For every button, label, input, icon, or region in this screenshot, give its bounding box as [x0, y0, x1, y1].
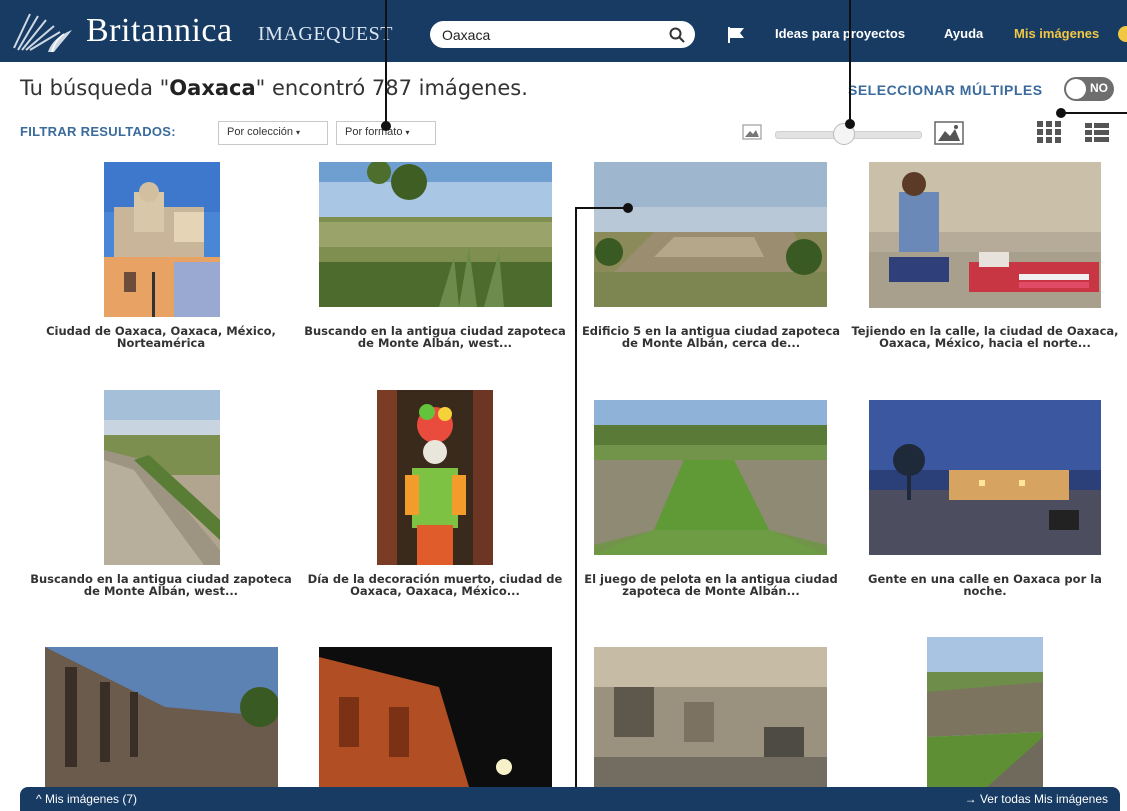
list-view-icon[interactable] [1085, 121, 1109, 143]
image-thumbnail[interactable] [869, 162, 1101, 308]
filter-format-label: Por formato [345, 126, 403, 138]
facade-photo [319, 647, 552, 787]
toggle-state-text: NO [1090, 81, 1108, 95]
callout-dot [1056, 108, 1066, 118]
grid-view-icon[interactable] [1037, 121, 1061, 143]
arrow-right-icon: → [964, 792, 980, 806]
callout-dot [623, 203, 633, 213]
image-thumbnail[interactable] [594, 647, 827, 787]
steps-photo [104, 390, 220, 565]
ballcourt-photo [594, 400, 827, 555]
search-icon[interactable] [669, 27, 685, 43]
image-caption[interactable]: Gente en una calle en Oaxaca por la noch… [850, 573, 1120, 597]
image-thumbnail[interactable] [869, 400, 1101, 555]
image-thumbnail[interactable] [927, 637, 1043, 787]
search-box[interactable] [430, 21, 695, 48]
results-query: Oaxaca [169, 76, 256, 100]
image-caption[interactable]: Tejiendo en la calle, la ciudad de Oaxac… [850, 325, 1120, 349]
search-input[interactable] [442, 25, 652, 44]
image-thumbnail[interactable] [45, 647, 278, 787]
street-photo [45, 647, 278, 787]
view-all-my-images-link[interactable]: → Ver todas Mis imágenes [965, 792, 1108, 806]
results-summary: Tu búsqueda "Oaxaca" encontró 787 imágen… [20, 76, 528, 100]
large-thumbnail-icon[interactable] [934, 121, 964, 145]
toggle-knob[interactable] [1066, 79, 1086, 99]
nav-my-images-link[interactable]: Mis imágenes [1014, 24, 1099, 44]
image-caption[interactable]: El juego de pelota en la antigua ciudad … [576, 573, 846, 597]
image-caption[interactable]: Edificio 5 en la antigua ciudad zapoteca… [576, 325, 846, 349]
results-prefix: Tu búsqueda " [20, 76, 170, 100]
imagequest-logo-text[interactable]: IMAGEQUEST [258, 22, 393, 46]
my-images-count-icon[interactable] [1118, 26, 1127, 42]
my-images-tray[interactable]: ^ Mis imágenes (7) → Ver todas Mis imáge… [20, 787, 1120, 811]
app-header: Britannica IMAGEQUEST Ideas para proyect… [0, 0, 1127, 62]
image-caption[interactable]: Buscando en la antigua ciudad zapoteca d… [26, 573, 296, 597]
image-thumbnail[interactable] [104, 390, 220, 565]
museum-photo [594, 647, 827, 787]
filter-results-label: FILTRAR RESULTADOS: [20, 124, 176, 139]
thistle-logo-icon[interactable] [8, 10, 78, 54]
flag-icon[interactable] [726, 26, 746, 44]
ruins-photo [594, 162, 827, 307]
callout-dot [845, 119, 855, 129]
landscape-photo [319, 162, 552, 307]
callout-line [385, 0, 387, 125]
chevron-down-icon: ▾ [405, 128, 410, 137]
filter-collection-label: Por colección [227, 126, 294, 138]
night-photo [869, 400, 1101, 555]
image-thumbnail[interactable] [319, 647, 552, 787]
weaver-photo [869, 162, 1101, 308]
britannica-logo-text[interactable]: Britannica [86, 11, 233, 51]
small-thumbnail-icon[interactable] [742, 124, 762, 140]
callout-line [1062, 112, 1127, 114]
chevron-up-icon: ^ [36, 792, 45, 806]
image-caption[interactable]: Día de la decoración muerto, ciudad de O… [300, 573, 570, 597]
pyramid-photo [927, 637, 1043, 787]
nav-projects-link[interactable]: Ideas para proyectos [775, 24, 905, 44]
callout-line [849, 0, 851, 124]
image-thumbnail[interactable] [377, 390, 493, 565]
results-suffix: " encontró 787 imágenes. [255, 76, 528, 100]
view-all-label: Ver todas Mis imágenes [979, 792, 1108, 806]
image-caption[interactable]: Ciudad de Oaxaca, Oaxaca, México, Nortea… [26, 325, 296, 349]
my-images-tray-toggle[interactable]: ^ Mis imágenes (7) [36, 792, 137, 806]
image-caption[interactable]: Buscando en la antigua ciudad zapoteca d… [300, 325, 570, 349]
callout-line [575, 207, 577, 811]
callout-dot [381, 121, 391, 131]
my-images-tray-label: Mis imágenes (7) [44, 792, 137, 806]
select-multiple-toggle[interactable]: NO [1064, 77, 1114, 101]
select-multiple-label: SELECCIONAR MÚLTIPLES [848, 82, 1043, 98]
filter-collection-dropdown[interactable]: Por colección ▾ [218, 121, 328, 145]
nav-help-link[interactable]: Ayuda [944, 24, 983, 44]
church-photo [104, 162, 220, 317]
callout-line [575, 207, 630, 209]
image-thumbnail[interactable] [104, 162, 220, 317]
image-thumbnail[interactable] [594, 400, 827, 555]
image-thumbnail[interactable] [594, 162, 827, 307]
skeleton-photo [377, 390, 493, 565]
chevron-down-icon: ▾ [296, 128, 301, 137]
image-thumbnail[interactable] [319, 162, 552, 307]
